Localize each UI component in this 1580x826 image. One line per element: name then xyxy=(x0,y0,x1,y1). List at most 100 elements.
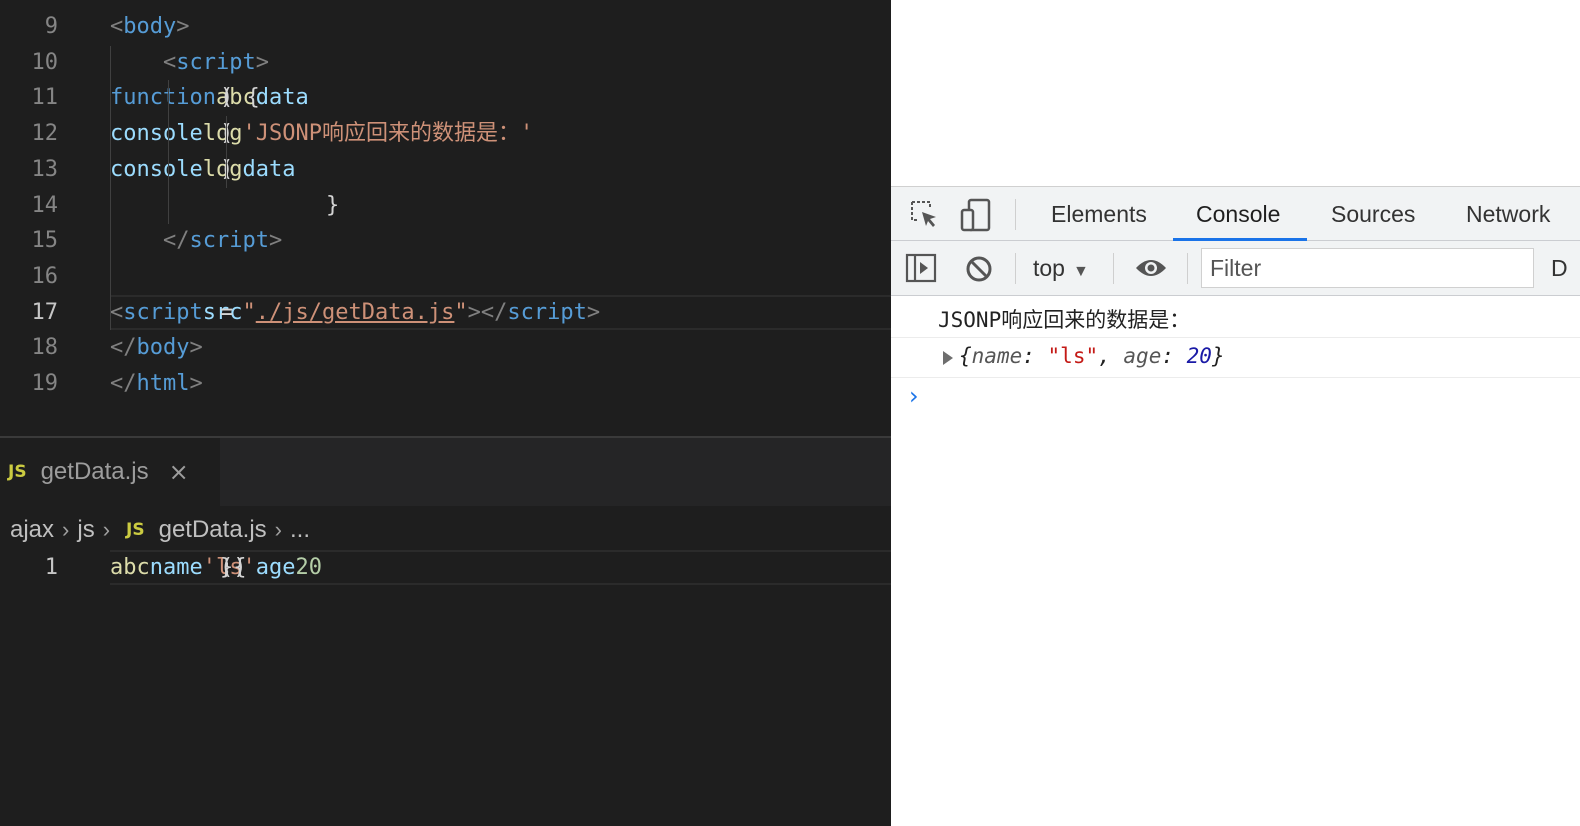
code-token: </ xyxy=(110,228,190,254)
code-token: </ xyxy=(110,335,137,361)
code-text: abc({name: 'ls', age: 20}) xyxy=(110,550,322,586)
close-icon[interactable]: × xyxy=(169,458,189,486)
code-token: = xyxy=(220,299,234,325)
code-token: > xyxy=(268,228,283,254)
code-token: body xyxy=(136,335,190,361)
line-number: 12 xyxy=(31,121,59,147)
code-line[interactable]: 10 <script> xyxy=(0,45,891,81)
line-number: 17 xyxy=(31,299,59,325)
code-line[interactable]: 9 <body> xyxy=(0,9,891,45)
default-levels-dropdown[interactable]: D xyxy=(1551,241,1568,296)
code-line[interactable]: 1 abc({name: 'ls', age: 20}) xyxy=(0,550,891,586)
inspect-element-icon[interactable] xyxy=(909,199,939,229)
tab-getdata-js[interactable]: JS getData.js × xyxy=(0,438,220,506)
code-line[interactable]: 13 console.log(data) xyxy=(0,152,891,188)
console-message-text: JSONP响应回来的数据是： xyxy=(938,308,1191,332)
code-token: console xyxy=(110,121,203,147)
chevron-right-icon: › xyxy=(274,517,282,542)
object-value-age: 20 xyxy=(1186,344,1212,368)
devtools-tab-bar: Elements Console Sources Network xyxy=(891,186,1580,241)
tab-console[interactable]: Console xyxy=(1196,187,1280,242)
clear-console-icon[interactable] xyxy=(964,254,994,284)
code-token: " xyxy=(454,299,468,325)
code-token: > xyxy=(176,14,190,39)
device-toolbar-icon[interactable] xyxy=(959,198,993,232)
code-text: <script src = "./js/getData.js"></script> xyxy=(110,295,600,331)
toolbar-separator xyxy=(1187,253,1188,284)
dropdown-arrow-icon: ▼ xyxy=(1072,263,1089,280)
line-number: 14 xyxy=(31,192,59,218)
code-token: > xyxy=(467,299,481,325)
code-token: > xyxy=(189,371,203,396)
code-token: script xyxy=(123,299,203,325)
console-prompt-icon[interactable]: › xyxy=(909,382,919,410)
toolbar-separator xyxy=(1015,253,1016,284)
line-number: 19 xyxy=(31,371,59,396)
code-token: ) { xyxy=(220,85,260,111)
object-key-age: age xyxy=(1123,344,1162,368)
line-number: 18 xyxy=(31,335,59,361)
console-object-preview[interactable]: {name: "ls", age: 20} xyxy=(959,344,1225,368)
code-token: name xyxy=(149,555,203,580)
breadcrumb: ajax › js › JS getData.js › ... xyxy=(10,510,310,550)
code-text: <script> xyxy=(110,45,269,81)
code-line[interactable]: 17 <script src = "./js/getData.js"></scrip… xyxy=(0,295,891,331)
code-token: </ xyxy=(480,299,508,325)
code-line[interactable]: 15 </script> xyxy=(0,223,891,259)
code-text: </body> xyxy=(110,330,203,366)
code-token: > xyxy=(255,49,269,75)
expand-triangle-icon[interactable] xyxy=(943,351,953,365)
line-number: 16 xyxy=(31,263,59,289)
code-text: console.log('JSONP响应回来的数据是：') xyxy=(110,116,533,152)
console-toolbar: top ▼ Filter D xyxy=(891,241,1580,296)
toolbar-separator xyxy=(1113,253,1114,284)
line-number: 9 xyxy=(44,14,58,39)
js-file-icon: JS xyxy=(126,520,145,540)
code-line[interactable]: 19 </html> xyxy=(0,366,891,402)
breadcrumb-item-getdata[interactable]: getData.js xyxy=(159,516,267,544)
sidebar-toggle-icon[interactable] xyxy=(905,253,937,283)
live-expression-eye-icon[interactable] xyxy=(1134,256,1168,280)
line-number: 13 xyxy=(31,156,59,182)
code-token: console xyxy=(110,156,203,182)
code-token: abc xyxy=(110,555,150,580)
code-token: > xyxy=(586,299,601,325)
code-line[interactable]: 11 function abc(data) { xyxy=(0,80,891,116)
code-token: function xyxy=(110,85,216,111)
toolbar-separator xyxy=(1015,199,1016,230)
line-number: 15 xyxy=(31,228,59,254)
code-token: }) xyxy=(220,555,247,580)
code-token: < xyxy=(110,299,124,325)
console-object-row[interactable]: {name: "ls", age: 20} xyxy=(891,338,1580,378)
code-line[interactable]: 14 } xyxy=(0,188,891,224)
code-line[interactable]: 12 console.log('JSONP响应回来的数据是：') xyxy=(0,116,891,152)
indent-guide xyxy=(110,46,111,330)
code-line[interactable]: 18 </body> xyxy=(0,330,891,366)
breadcrumb-item-symbols[interactable]: ... xyxy=(290,516,310,544)
breadcrumb-item-ajax[interactable]: ajax xyxy=(10,516,54,544)
editor-tab-bar: JS getData.js × xyxy=(0,438,891,506)
console-message-row: JSONP响应回来的数据是： xyxy=(891,298,1580,338)
code-editor[interactable]: 9 <body> 10 <script> 11 function abc(data) … xyxy=(0,0,891,826)
context-selector[interactable]: top ▼ xyxy=(1033,241,1089,296)
code-token: script xyxy=(176,49,256,75)
object-value-name: "ls" xyxy=(1047,344,1099,368)
context-value: top xyxy=(1033,255,1065,281)
chevron-right-icon: › xyxy=(62,517,70,542)
code-token: html xyxy=(136,371,190,396)
code-token: < xyxy=(110,14,124,39)
breadcrumb-item-js[interactable]: js xyxy=(77,516,94,544)
code-text: </html> xyxy=(110,366,203,402)
filter-input[interactable]: Filter xyxy=(1201,248,1534,288)
tab-sources[interactable]: Sources xyxy=(1331,187,1415,242)
code-token: body xyxy=(123,14,177,39)
tab-label: getData.js xyxy=(40,458,149,485)
code-text: function abc(data) { xyxy=(110,80,309,116)
code-token: ./js/getData.js xyxy=(255,299,455,325)
tab-elements[interactable]: Elements xyxy=(1051,187,1147,242)
tab-network[interactable]: Network xyxy=(1466,187,1550,242)
line-number: 10 xyxy=(31,49,59,75)
code-line[interactable]: 16 xyxy=(0,259,891,295)
